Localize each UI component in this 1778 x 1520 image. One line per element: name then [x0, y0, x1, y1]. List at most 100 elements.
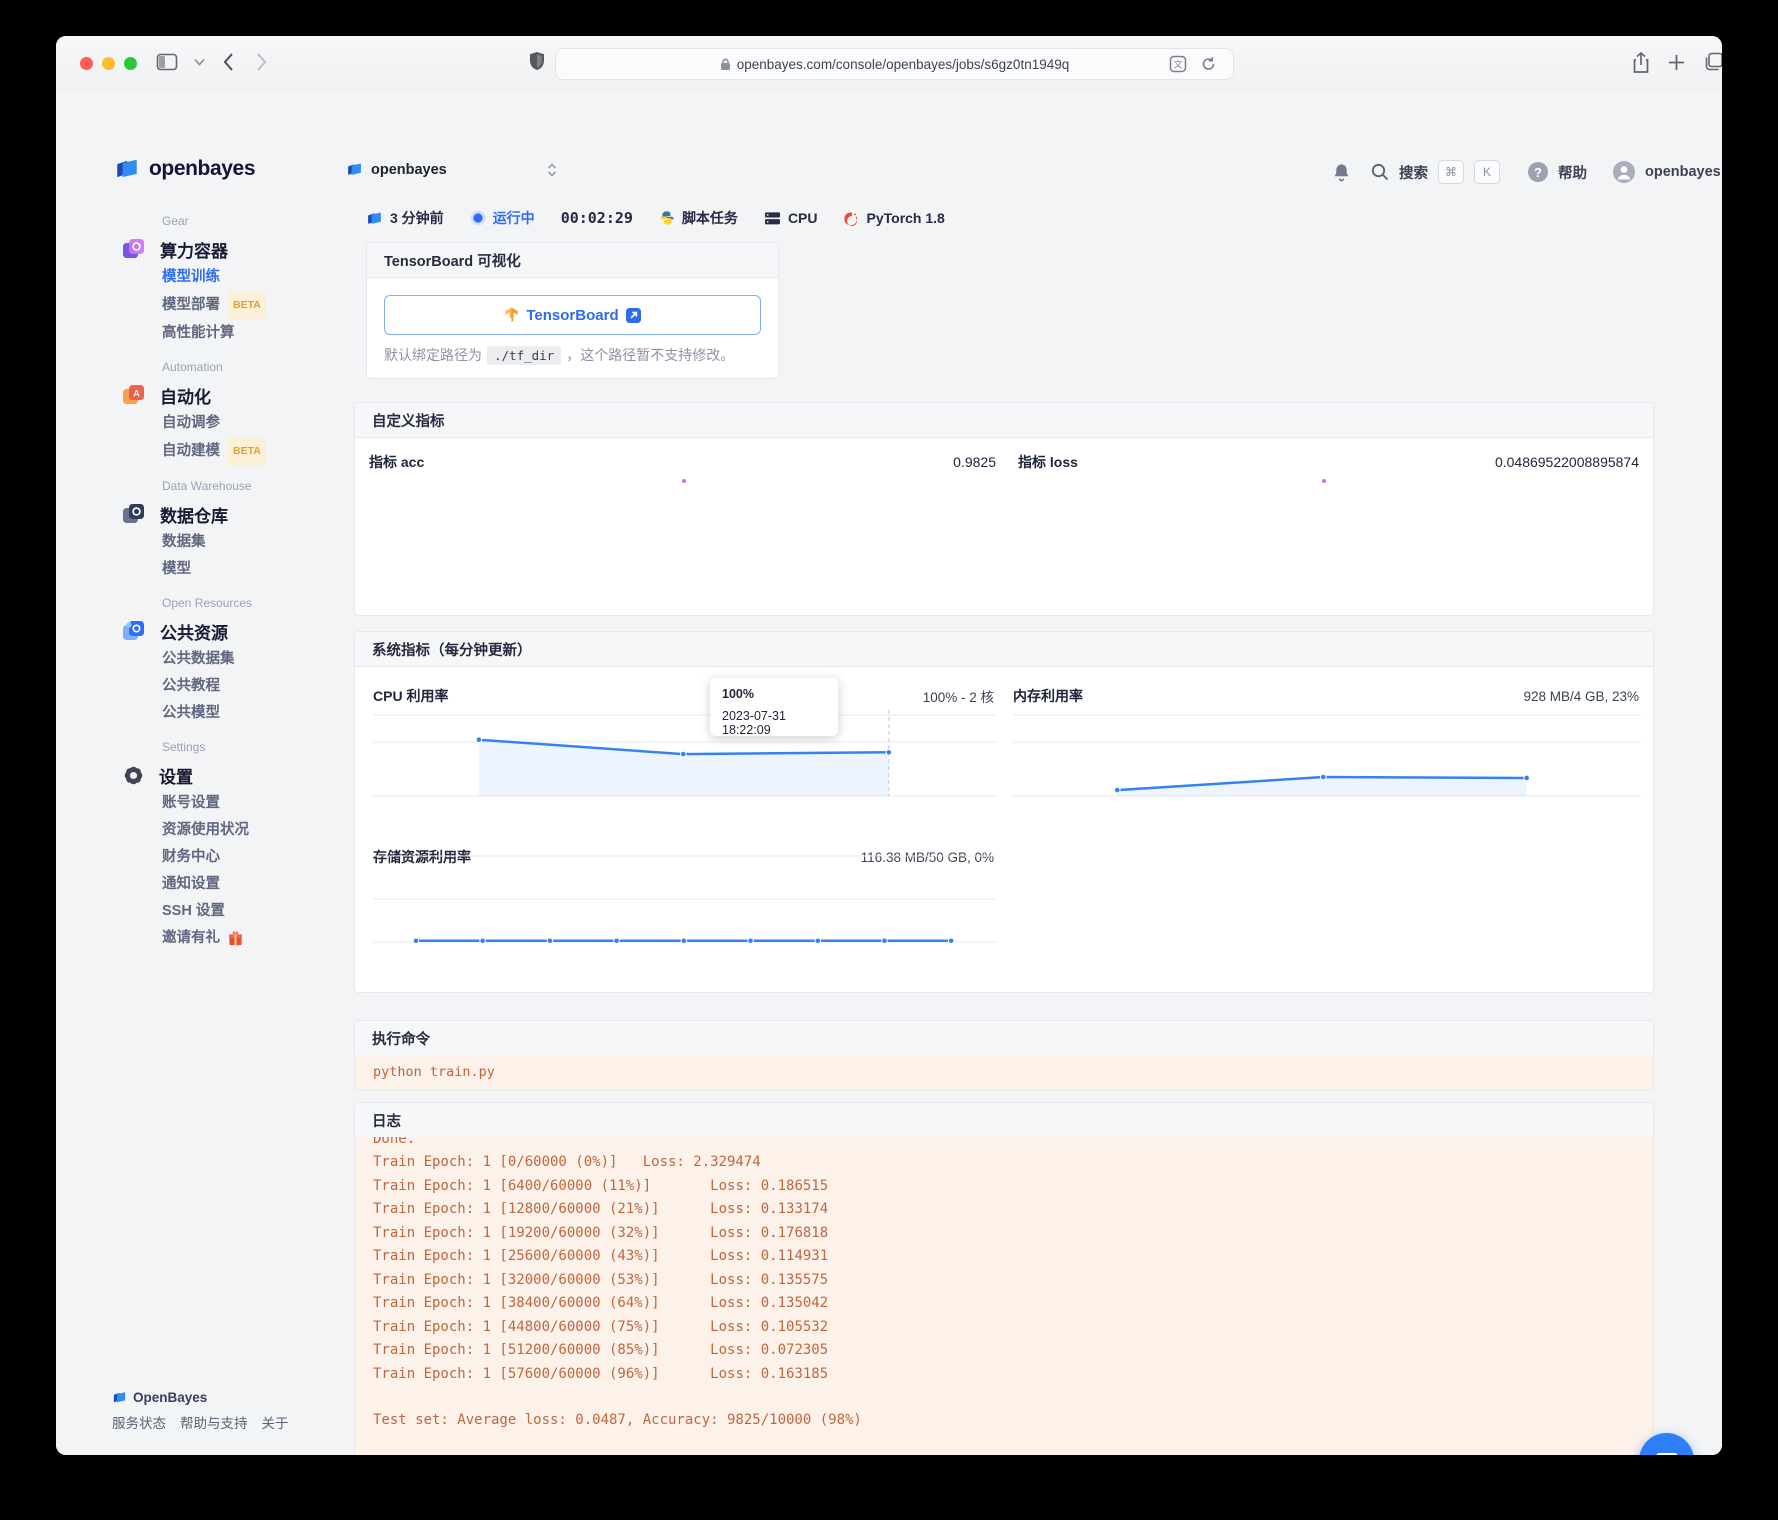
sidebar-item-账号设置[interactable]: 账号设置	[162, 790, 353, 817]
sidebar-section-gear: Gear算力容器模型训练模型部署BETA高性能计算	[115, 214, 353, 347]
job-status-label: 脚本任务	[682, 208, 738, 228]
log-card: 日志 Done. Train Epoch: 1 [0/60000 (0%)] L…	[354, 1102, 1654, 1455]
back-icon[interactable]	[222, 52, 234, 72]
sidebar-item-资源使用状况[interactable]: 资源使用状况	[162, 817, 353, 844]
chevron-down-icon[interactable]	[194, 58, 205, 66]
sidebar-item-自动建模[interactable]: 自动建模 BETA	[162, 437, 353, 466]
log-output[interactable]: Done. Train Epoch: 1 [0/60000 (0%)] Loss…	[355, 1137, 1653, 1455]
settings-icon	[121, 763, 146, 788]
sidebar-item-SSH 设置[interactable]: SSH 设置	[162, 898, 353, 925]
beta-badge: BETA	[228, 291, 266, 320]
help-label[interactable]: 帮助	[1558, 162, 1587, 183]
sidebar-item-label: 自动建模	[162, 438, 220, 465]
loss-data-point[interactable]	[1322, 479, 1326, 483]
custom-metrics-card: 自定义指标 指标 acc 0.9825 指标 loss 0.0486952200…	[354, 402, 1654, 616]
job-status-label: CPU	[788, 210, 818, 226]
section-title[interactable]: 数据仓库	[121, 499, 353, 529]
close-button[interactable]	[80, 57, 93, 70]
job-status-pytorch-icon: PyTorch 1.8	[844, 210, 945, 227]
footer-brand: OpenBayes	[133, 1390, 207, 1405]
sidebar-item-label: SSH 设置	[162, 898, 225, 925]
sidebar-item-公共教程[interactable]: 公共教程	[162, 673, 353, 700]
section-title-label: 算力容器	[160, 237, 228, 262]
tensorflow-icon	[504, 307, 519, 323]
job-status-bar: 3 分钟前运行中00:02:29脚本任务CPUPyTorch 1.8	[366, 205, 945, 231]
section-title[interactable]: A自动化	[121, 380, 353, 410]
user-name[interactable]: openbayes	[1645, 164, 1721, 180]
app-root: openbayes openbayes 搜索 ⌘	[56, 90, 1722, 1455]
sidebar-item-模型训练[interactable]: 模型训练	[162, 264, 353, 291]
sidebar-item-数据集[interactable]: 数据集	[162, 529, 353, 556]
beta-badge: BETA	[228, 437, 266, 466]
avatar[interactable]	[1613, 161, 1635, 183]
footer-link-帮助与支持[interactable]: 帮助与支持	[180, 1412, 248, 1432]
forward-icon[interactable]	[256, 52, 268, 72]
bell-icon[interactable]	[1332, 162, 1351, 183]
section-title-label: 数据仓库	[160, 502, 228, 527]
command-title: 执行命令	[355, 1021, 1653, 1056]
sidebar-item-label: 公共教程	[162, 673, 220, 700]
address-bar[interactable]: openbayes.com/console/openbayes/jobs/s6g…	[555, 48, 1234, 80]
new-tab-icon[interactable]	[1668, 54, 1685, 71]
memory-utilization-chart[interactable]	[1013, 710, 1641, 800]
translate-icon[interactable]: 文	[1169, 55, 1187, 73]
search-icon[interactable]	[1371, 163, 1389, 181]
help-icon[interactable]: ?	[1528, 162, 1548, 182]
lock-icon	[720, 57, 731, 71]
log-title: 日志	[355, 1103, 1653, 1138]
search-label[interactable]: 搜索	[1399, 162, 1428, 183]
sidebar-item-公共数据集[interactable]: 公共数据集	[162, 646, 353, 673]
workspace-selector[interactable]: openbayes	[346, 161, 557, 178]
section-title[interactable]: 设置	[121, 760, 353, 790]
share-icon[interactable]	[1632, 52, 1650, 74]
section-title-label: 公共资源	[160, 619, 228, 644]
sidebar-item-邀请有礼[interactable]: 邀请有礼	[162, 925, 353, 952]
tooltip-time: 2023-07-31 18:22:09	[722, 709, 838, 737]
memory-chart-title: 内存利用率928 MB/4 GB, 23%	[1013, 684, 1639, 708]
tensorboard-card: TensorBoard 可视化 TensorBoard 默认绑定路径为 ./tf…	[366, 242, 779, 379]
bind-path-chip: ./tf_dir	[487, 346, 561, 365]
sidebar: Gear算力容器模型训练模型部署BETA高性能计算AutomationA自动化自…	[115, 214, 353, 965]
sidebar-item-label: 账号设置	[162, 790, 220, 817]
openbayes-logo[interactable]: openbayes	[114, 156, 255, 182]
workspace-icon	[346, 161, 363, 178]
sidebar-item-label: 模型	[162, 556, 191, 583]
sidebar-item-label: 财务中心	[162, 844, 220, 871]
job-status-label: 3 分钟前	[390, 208, 444, 228]
sidebar-item-自动调参[interactable]: 自动调参	[162, 410, 353, 437]
sidebar-item-label: 模型部署	[162, 292, 220, 319]
sidebar-toggle-icon[interactable]	[156, 52, 178, 72]
footer-link-关于[interactable]: 关于	[262, 1412, 289, 1432]
sidebar-item-通知设置[interactable]: 通知设置	[162, 871, 353, 898]
sidebar-item-模型部署[interactable]: 模型部署 BETA	[162, 291, 353, 320]
acc-data-point[interactable]	[682, 479, 686, 483]
sidebar-item-模型[interactable]: 模型	[162, 556, 353, 583]
cpu-chart-title: CPU 利用率100% - 2 核	[373, 684, 994, 708]
sidebar-item-财务中心[interactable]: 财务中心	[162, 844, 353, 871]
tensorboard-button[interactable]: TensorBoard	[384, 295, 761, 335]
system-metrics-title: 系统指标（每分钟更新）	[355, 632, 1653, 667]
privacy-shield-icon[interactable]	[528, 49, 546, 75]
job-status-running-dot-icon: 运行中	[470, 208, 535, 228]
sidebar-item-label: 公共模型	[162, 700, 220, 727]
sidebar-item-label: 自动调参	[162, 410, 220, 437]
job-status-label: PyTorch 1.8	[867, 210, 945, 226]
sidebar-item-公共模型[interactable]: 公共模型	[162, 700, 353, 727]
storage-utilization-chart[interactable]	[373, 851, 996, 946]
section-title[interactable]: 公共资源	[121, 616, 353, 646]
minimize-button[interactable]	[102, 57, 115, 70]
sidebar-item-label: 邀请有礼	[162, 925, 220, 952]
tensorboard-note: 默认绑定路径为 ./tf_dir ，这个路径暂不支持修改。	[384, 345, 734, 365]
tensorboard-button-label: TensorBoard	[526, 307, 618, 324]
cpu-utilization-chart[interactable]	[373, 710, 996, 800]
header-controls: 搜索 ⌘ K ? 帮助 openbayes	[1332, 160, 1721, 184]
external-link-icon	[626, 308, 641, 323]
screen: openbayes.com/console/openbayes/jobs/s6g…	[0, 0, 1778, 1520]
sidebar-item-高性能计算[interactable]: 高性能计算	[162, 320, 353, 347]
section-title[interactable]: 算力容器	[121, 234, 353, 264]
zoom-button[interactable]	[124, 57, 137, 70]
section-label: Data Warehouse	[162, 479, 353, 497]
reload-icon[interactable]	[1200, 55, 1217, 73]
tab-overview-icon[interactable]	[1704, 52, 1722, 72]
footer-link-服务状态[interactable]: 服务状态	[112, 1412, 166, 1432]
